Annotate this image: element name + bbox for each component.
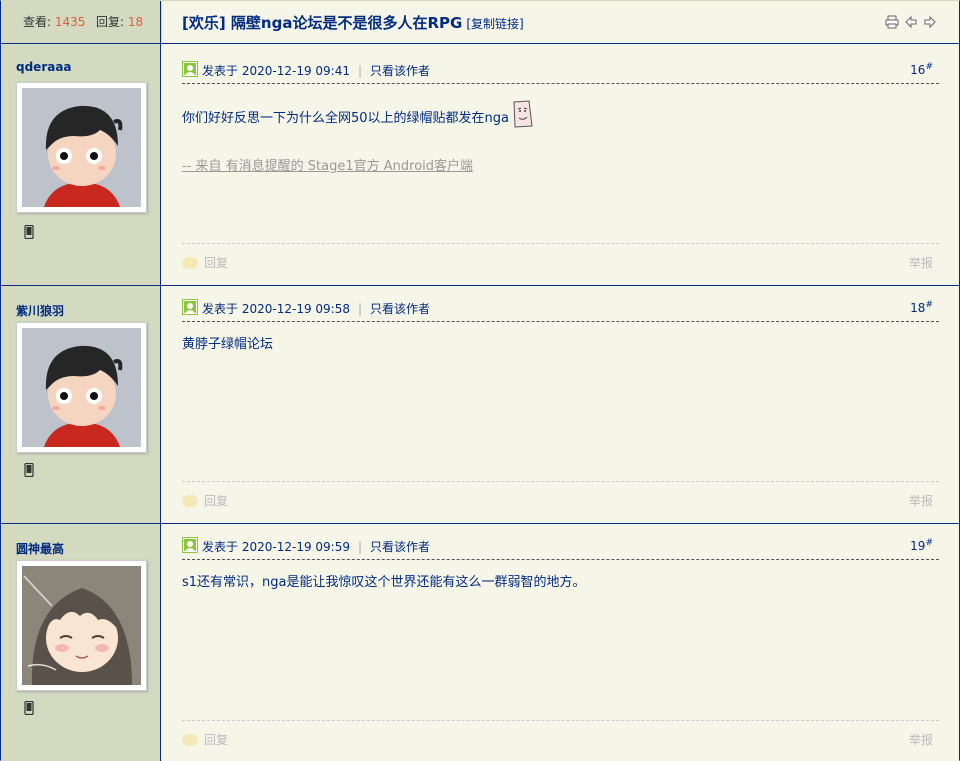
post-text: 你们好好反思一下为什么全网50以上的绿帽贴都发在nga [182, 111, 509, 126]
post-author-panel: 圆神最高 [1, 524, 161, 761]
reply-bubble-icon [182, 257, 198, 269]
replies-count: 18 [127, 15, 144, 29]
online-status-icon [182, 537, 198, 553]
only-author-link[interactable]: 只看该作者 [370, 302, 430, 316]
post-18: 紫川狼羽 发表于 2020-12-19 09:58 | 只看该作者 18# 黄脖… [1, 286, 959, 524]
report-button[interactable]: 举报 [909, 492, 933, 509]
reply-button[interactable]: 回复 [182, 492, 228, 509]
post-actions: 回复 举报 [182, 481, 939, 509]
post-author-panel: 紫川狼羽 [1, 286, 161, 523]
post-content: 发表于 2020-12-19 09:59 | 只看该作者 19# s1还有常识，ng… [162, 524, 959, 761]
posted-label: 发表于 [202, 302, 239, 316]
online-status-icon [182, 299, 198, 315]
mobile-device-icon [24, 224, 34, 240]
post-meta: 发表于 2020-12-19 09:58 | 只看该作者 18# [182, 298, 939, 322]
post-meta: 发表于 2020-12-19 09:41 | 只看该作者 16# [182, 60, 939, 84]
thread-page: 查看: 1435 回复: 18 [欢乐] 隔壁nga论坛是不是很多人在RPG [复… [0, 0, 960, 761]
thread-title: [欢乐] 隔壁nga论坛是不是很多人在RPG [复制链接] [182, 12, 524, 33]
mobile-device-icon [24, 700, 34, 716]
post-actions: 回复 举报 [182, 720, 939, 748]
prev-thread-icon[interactable] [904, 15, 918, 29]
reply-bubble-icon [182, 495, 198, 507]
signature-link[interactable]: -- 来自 有消息提醒的 Stage1官方 Android客户端 [182, 155, 473, 174]
post-19: 圆神最高 发表于 2020-12-19 09:59 | 只看该作者 19# s1… [1, 524, 959, 761]
thread-title-bar: [欢乐] 隔壁nga论坛是不是很多人在RPG [复制链接] [162, 1, 959, 43]
smug-face-emoticon [511, 100, 533, 128]
post-body: 你们好好反思一下为什么全网50以上的绿帽贴都发在nga [182, 100, 939, 128]
views-count: 1435 [54, 15, 86, 29]
replies-label: 回复: [96, 15, 125, 29]
floor-number[interactable]: 16# [910, 62, 933, 77]
copy-link-button[interactable]: [复制链接] [466, 17, 523, 31]
next-thread-icon[interactable] [923, 15, 937, 29]
post-body: 黄脖子绿帽论坛 [182, 336, 939, 354]
author-name[interactable]: 圆神最高 [16, 540, 64, 557]
floor-number[interactable]: 19# [910, 538, 933, 553]
thread-header: 查看: 1435 回复: 18 [欢乐] 隔壁nga论坛是不是很多人在RPG [复… [1, 1, 959, 44]
post-text: 黄脖子绿帽论坛 [182, 337, 274, 352]
author-name[interactable]: 紫川狼羽 [16, 302, 64, 319]
only-author-link[interactable]: 只看该作者 [370, 540, 430, 554]
reply-label: 回复 [204, 494, 229, 508]
report-button[interactable]: 举报 [909, 254, 933, 271]
floor-value: 18 [910, 301, 926, 315]
views-label: 查看: [23, 15, 52, 29]
post-info: 发表于 2020-12-19 09:41 | 只看该作者 [202, 62, 430, 79]
post-author-panel: qderaaa [1, 44, 161, 285]
post-body: s1还有常识，nga是能让我惊叹这个世界还能有这么一群弱智的地方。 [182, 574, 939, 592]
post-timestamp: 2020-12-19 09:59 [241, 540, 350, 554]
floor-mark: # [925, 62, 933, 72]
report-button[interactable]: 举报 [909, 731, 933, 748]
post-content: 发表于 2020-12-19 09:58 | 只看该作者 18# 黄脖子绿帽论坛 回… [162, 286, 959, 523]
post-timestamp: 2020-12-19 09:58 [241, 302, 350, 316]
avatar[interactable] [16, 82, 147, 213]
floor-mark: # [925, 300, 933, 310]
post-content: 发表于 2020-12-19 09:41 | 只看该作者 16# 你们好好反思一下为… [162, 44, 959, 285]
views-stat: 查看: 1435 [23, 1, 85, 43]
avatar[interactable] [16, 560, 147, 691]
post-actions: 回复 举报 [182, 243, 939, 271]
separator: | [357, 64, 363, 78]
thread-tools [885, 15, 937, 29]
floor-value: 19 [910, 539, 926, 553]
post-meta: 发表于 2020-12-19 09:59 | 只看该作者 19# [182, 536, 939, 560]
floor-number[interactable]: 18# [910, 300, 933, 315]
reply-label: 回复 [204, 733, 229, 747]
posted-label: 发表于 [202, 64, 239, 78]
post-text: s1还有常识，nga是能让我惊叹这个世界还能有这么一群弱智的地方。 [182, 575, 586, 590]
separator: | [357, 540, 363, 554]
reply-label: 回复 [204, 256, 229, 270]
reply-button[interactable]: 回复 [182, 254, 228, 271]
replies-stat: 回复: 18 [96, 1, 143, 43]
thread-stats: 查看: 1435 回复: 18 [1, 1, 161, 43]
avatar[interactable] [16, 322, 147, 453]
post-16: qderaaa 发表于 2020-12-19 09:41 | 只看该作者 16#… [1, 44, 959, 286]
thread-title-text: [欢乐] 隔壁nga论坛是不是很多人在RPG [182, 14, 463, 32]
separator: | [357, 302, 363, 316]
post-info: 发表于 2020-12-19 09:58 | 只看该作者 [202, 300, 430, 317]
mobile-device-icon [24, 462, 34, 478]
author-name[interactable]: qderaaa [16, 60, 72, 74]
floor-mark: # [925, 538, 933, 548]
post-timestamp: 2020-12-19 09:41 [241, 64, 350, 78]
print-icon[interactable] [885, 15, 899, 29]
post-info: 发表于 2020-12-19 09:59 | 只看该作者 [202, 538, 430, 555]
only-author-link[interactable]: 只看该作者 [370, 64, 430, 78]
posted-label: 发表于 [202, 540, 239, 554]
online-status-icon [182, 61, 198, 77]
reply-button[interactable]: 回复 [182, 731, 228, 748]
reply-bubble-icon [182, 734, 198, 746]
floor-value: 16 [910, 63, 926, 77]
